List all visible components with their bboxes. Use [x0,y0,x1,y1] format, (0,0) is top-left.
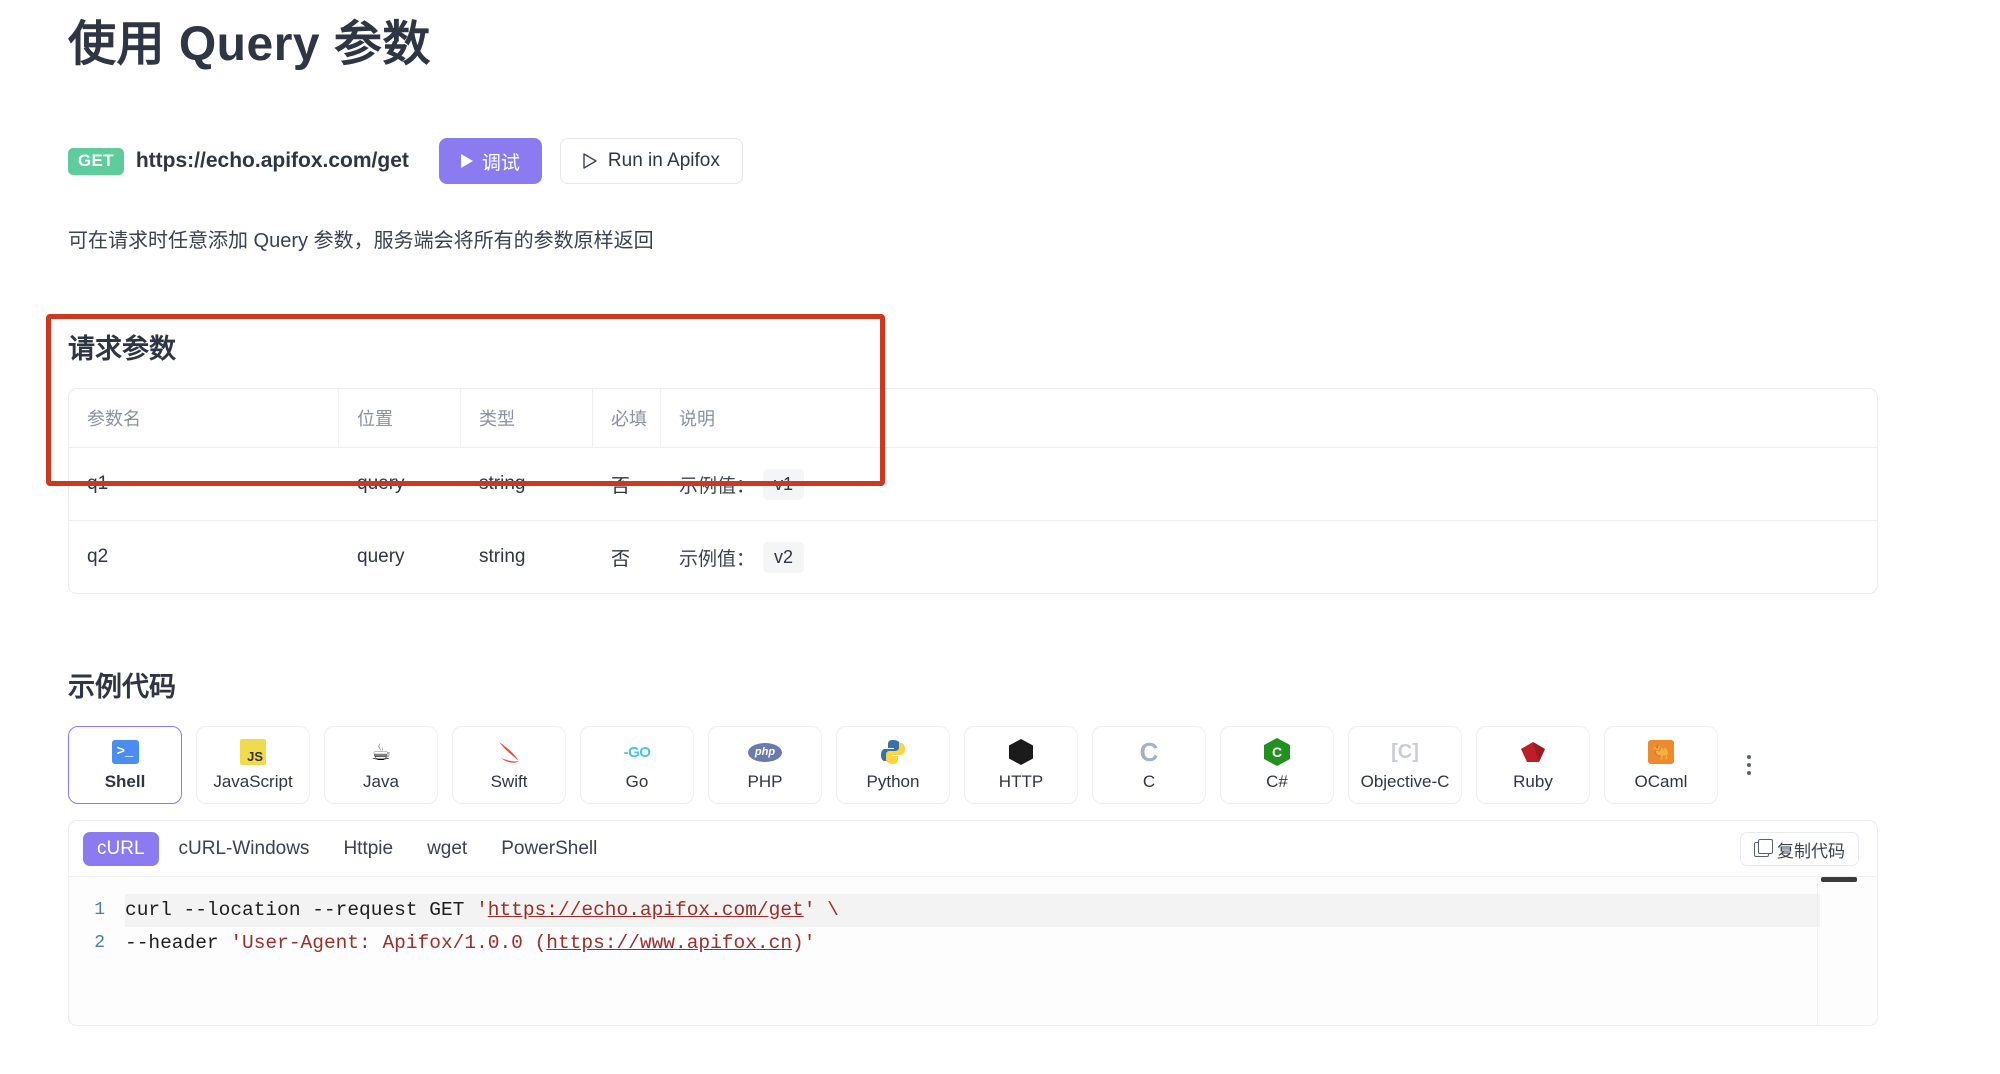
http-icon [1009,738,1033,766]
table-header-row: 参数名 位置 类型 必填 说明 [69,389,1877,447]
run-in-apifox-label: Run in Apifox [608,150,720,172]
lang-tab-swift[interactable]: Swift [452,726,566,804]
column-header-location: 位置 [339,389,461,447]
request-params-table: 参数名 位置 类型 必填 说明 q1 query string 否 示例值： v… [68,388,1878,594]
java-icon: ☕ [371,738,392,766]
lang-tab-php[interactable]: php PHP [708,726,822,804]
copy-code-label: 复制代码 [1777,837,1845,862]
lang-tab-ocaml[interactable]: 🐫 OCaml [1604,726,1718,804]
http-method-badge: GET [68,148,124,175]
lang-tab-python[interactable]: Python [836,726,950,804]
lang-tab-csharp[interactable]: C C# [1220,726,1334,804]
column-header-name: 参数名 [69,389,339,447]
go-icon: -GO [624,738,651,766]
lang-tab-javascript[interactable]: JS JavaScript [196,726,310,804]
lang-tab-label: C [1143,772,1155,792]
code-horizontal-scrollbar[interactable] [1821,877,1857,882]
sample-code-section: 示例代码 >_ Shell JS JavaScript ☕ Java Swift [68,665,1878,1026]
code-line: 2 --header 'User-Agent: Apifox/1.0.0 (ht… [69,927,1877,960]
objective-c-icon: [C] [1391,738,1419,766]
lang-tab-label: Swift [491,772,528,792]
example-label: 示例值： [679,471,755,498]
javascript-icon: JS [240,738,266,766]
python-icon [880,738,906,766]
code-tab-wget[interactable]: wget [413,832,481,866]
swift-icon [495,738,523,766]
code-tab-bar: cURL cURL-Windows Httpie wget PowerShell… [69,821,1877,877]
php-icon: php [748,738,782,766]
param-required: 否 [593,448,661,520]
endpoint-row: GET https://echo.apifox.com/get 调试 Run i… [68,138,743,184]
param-required: 否 [593,521,661,593]
request-params-heading: 请求参数 [68,327,1878,366]
code-tab-powershell[interactable]: PowerShell [487,832,611,866]
lang-tab-java[interactable]: ☕ Java [324,726,438,804]
code-tab-httpie[interactable]: Httpie [329,832,407,866]
lang-tab-objective-c[interactable]: [C] Objective-C [1348,726,1462,804]
code-panel: cURL cURL-Windows Httpie wget PowerShell… [68,820,1878,1026]
table-row: q1 query string 否 示例值： v1 [69,447,1877,520]
copy-icon [1754,842,1769,857]
more-vertical-icon [1747,755,1751,775]
lang-tab-ruby[interactable]: Ruby [1476,726,1590,804]
lang-tab-label: Python [867,772,920,792]
param-location: query [339,521,461,593]
page-title: 使用 Query 参数 [68,14,431,76]
lang-tab-label: JavaScript [213,772,292,792]
code-tab-curl-windows[interactable]: cURL-Windows [165,832,324,866]
line-number: 2 [69,927,125,960]
play-icon [461,154,473,168]
more-languages-button[interactable] [1732,726,1766,804]
column-header-description: 说明 [661,389,1877,447]
sample-code-heading: 示例代码 [68,665,1878,704]
table-row: q2 query string 否 示例值： v2 [69,520,1877,593]
param-description: 示例值： v2 [661,521,1877,593]
csharp-icon: C [1264,738,1290,766]
lang-tab-label: Go [626,772,649,792]
code-tab-curl[interactable]: cURL [83,832,159,866]
code-line: 1 curl --location --request GET 'https:/… [69,894,1877,927]
example-value-chip: v2 [763,542,804,573]
example-value-chip: v1 [763,469,804,500]
lang-tab-label: Java [363,772,399,792]
language-tab-strip: >_ Shell JS JavaScript ☕ Java Swift -GO … [68,726,1878,804]
example-label: 示例值： [679,544,755,571]
endpoint-url: https://echo.apifox.com/get [136,149,409,173]
lang-tab-label: HTTP [999,772,1043,792]
lang-tab-go[interactable]: -GO Go [580,726,694,804]
lang-tab-label: Shell [105,772,146,792]
ocaml-icon: 🐫 [1648,738,1674,766]
param-description: 示例值： v1 [661,448,1877,520]
page-description: 可在请求时任意添加 Query 参数，服务端会将所有的参数原样返回 [68,225,654,257]
debug-button-label: 调试 [482,148,520,175]
play-outline-icon [583,153,597,169]
column-header-required: 必填 [593,389,661,447]
shell-icon: >_ [112,738,139,766]
ruby-icon [1520,738,1546,766]
column-header-type: 类型 [461,389,593,447]
param-type: string [461,448,593,520]
code-line-text: --header 'User-Agent: Apifox/1.0.0 (http… [125,927,815,960]
lang-tab-http[interactable]: HTTP [964,726,1078,804]
lang-tab-label: OCaml [1635,772,1688,792]
c-icon: C [1140,738,1159,766]
param-type: string [461,521,593,593]
line-number: 1 [69,894,125,927]
copy-code-button[interactable]: 复制代码 [1740,832,1859,866]
api-doc-page: 使用 Query 参数 GET https://echo.apifox.com/… [0,0,2000,1074]
lang-tab-label: PHP [748,772,783,792]
param-location: query [339,448,461,520]
code-line-text: curl --location --request GET 'https://e… [125,894,839,927]
code-body[interactable]: 1 curl --location --request GET 'https:/… [69,877,1877,1025]
request-params-section: 请求参数 参数名 位置 类型 必填 说明 q1 query string 否 示… [68,327,1878,594]
run-in-apifox-button[interactable]: Run in Apifox [560,138,743,184]
lang-tab-label: Objective-C [1361,772,1450,792]
param-name: q2 [69,521,339,593]
lang-tab-label: Ruby [1513,772,1553,792]
lang-tab-shell[interactable]: >_ Shell [68,726,182,804]
param-name: q1 [69,448,339,520]
lang-tab-c[interactable]: C C [1092,726,1206,804]
lang-tab-label: C# [1266,772,1288,792]
debug-button[interactable]: 调试 [439,138,542,184]
